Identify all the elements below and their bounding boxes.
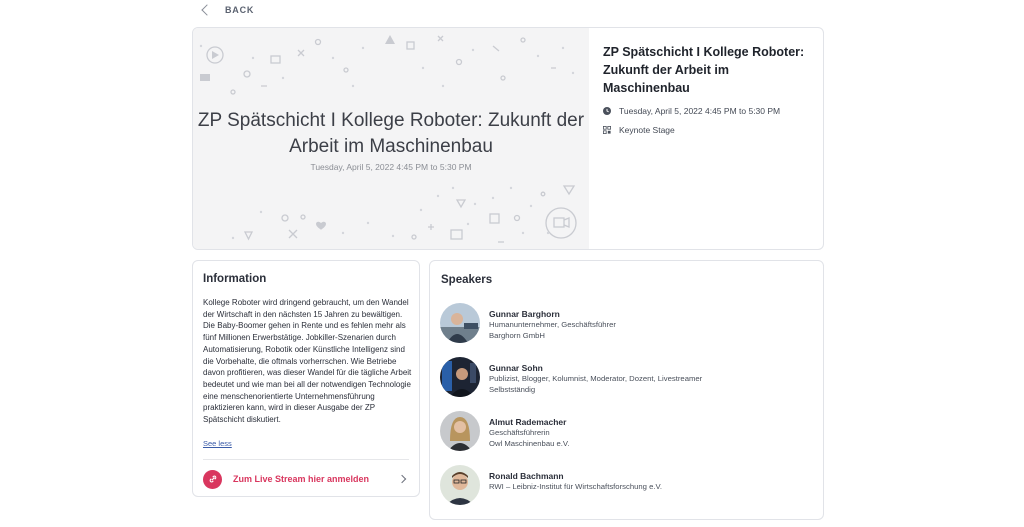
information-heading: Information [203,273,267,285]
session-header-card: ZP Spätschicht I Kollege Roboter: Zukunf… [192,27,824,250]
avatar [440,465,480,505]
location-grid-icon [603,126,611,134]
avatar [440,411,480,451]
divider [203,459,409,460]
session-location: Keynote Stage [619,125,675,135]
session-title: ZP Spätschicht I Kollege Roboter: Zukunf… [603,45,805,95]
speakers-heading: Speakers [441,274,493,286]
session-details: ZP Spätschicht I Kollege Roboter: Zukunf… [603,43,813,135]
speaker-company: Barghorn GmbH [489,330,545,340]
speaker-name: Gunnar Sohn [489,363,543,373]
speakers-card: Speakers Gunnar Barghorn Humanunternehme… [429,260,824,520]
speaker-role: RWI – Leibniz-Institut für Wirtschaftsfo… [489,482,663,491]
speaker-role: Publizist, Blogger, Kolumnist, Moderator… [489,374,703,383]
speaker-item[interactable]: Almut Rademacher Geschäftsführerin Owl M… [440,411,569,451]
speaker-role: Geschäftsführerin [489,428,550,437]
information-description: Kollege Roboter wird dringend gebraucht,… [203,298,412,425]
chevron-right-icon [397,474,407,484]
avatar [440,357,480,397]
see-less-link[interactable]: See less [203,439,232,448]
chevron-left-icon [201,4,213,16]
speaker-name: Ronald Bachmann [489,471,564,481]
speaker-company: Owl Maschinenbau e.V. [489,438,570,448]
back-button[interactable]: BACK [201,4,255,16]
session-location-row: Keynote Stage [603,125,813,135]
thumbnail-date: Tuesday, April 5, 2022 4:45 PM to 5:30 P… [310,162,472,172]
speaker-item[interactable]: Gunnar Sohn Publizist, Blogger, Kolumnis… [440,357,702,397]
clock-icon [603,107,611,115]
speaker-item[interactable]: Ronald Bachmann RWI – Leibniz-Institut f… [440,465,662,505]
avatar [440,303,480,343]
live-stream-label: Zum Live Stream hier anmelden [233,474,370,484]
speaker-name: Gunnar Barghorn [489,309,560,319]
session-datetime: Tuesday, April 5, 2022 4:45 PM to 5:30 P… [619,106,781,116]
thumbnail-title: ZP Spätschicht I Kollege Roboter: Zukunf… [197,110,585,157]
information-card: Information Kollege Roboter wird dringen… [192,260,420,497]
speaker-company: Selbstständig [489,384,536,394]
session-thumbnail: ZP Spätschicht I Kollege Roboter: Zukunf… [193,28,589,249]
speaker-item[interactable]: Gunnar Barghorn Humanunternehmer, Geschä… [440,303,616,343]
speaker-role: Humanunternehmer, Geschäftsführer [489,320,616,329]
link-icon [203,469,222,489]
speaker-name: Almut Rademacher [489,417,567,427]
back-label: BACK [225,5,255,15]
session-datetime-row: Tuesday, April 5, 2022 4:45 PM to 5:30 P… [603,106,813,116]
live-stream-register-button[interactable]: Zum Live Stream hier anmelden [203,468,409,490]
